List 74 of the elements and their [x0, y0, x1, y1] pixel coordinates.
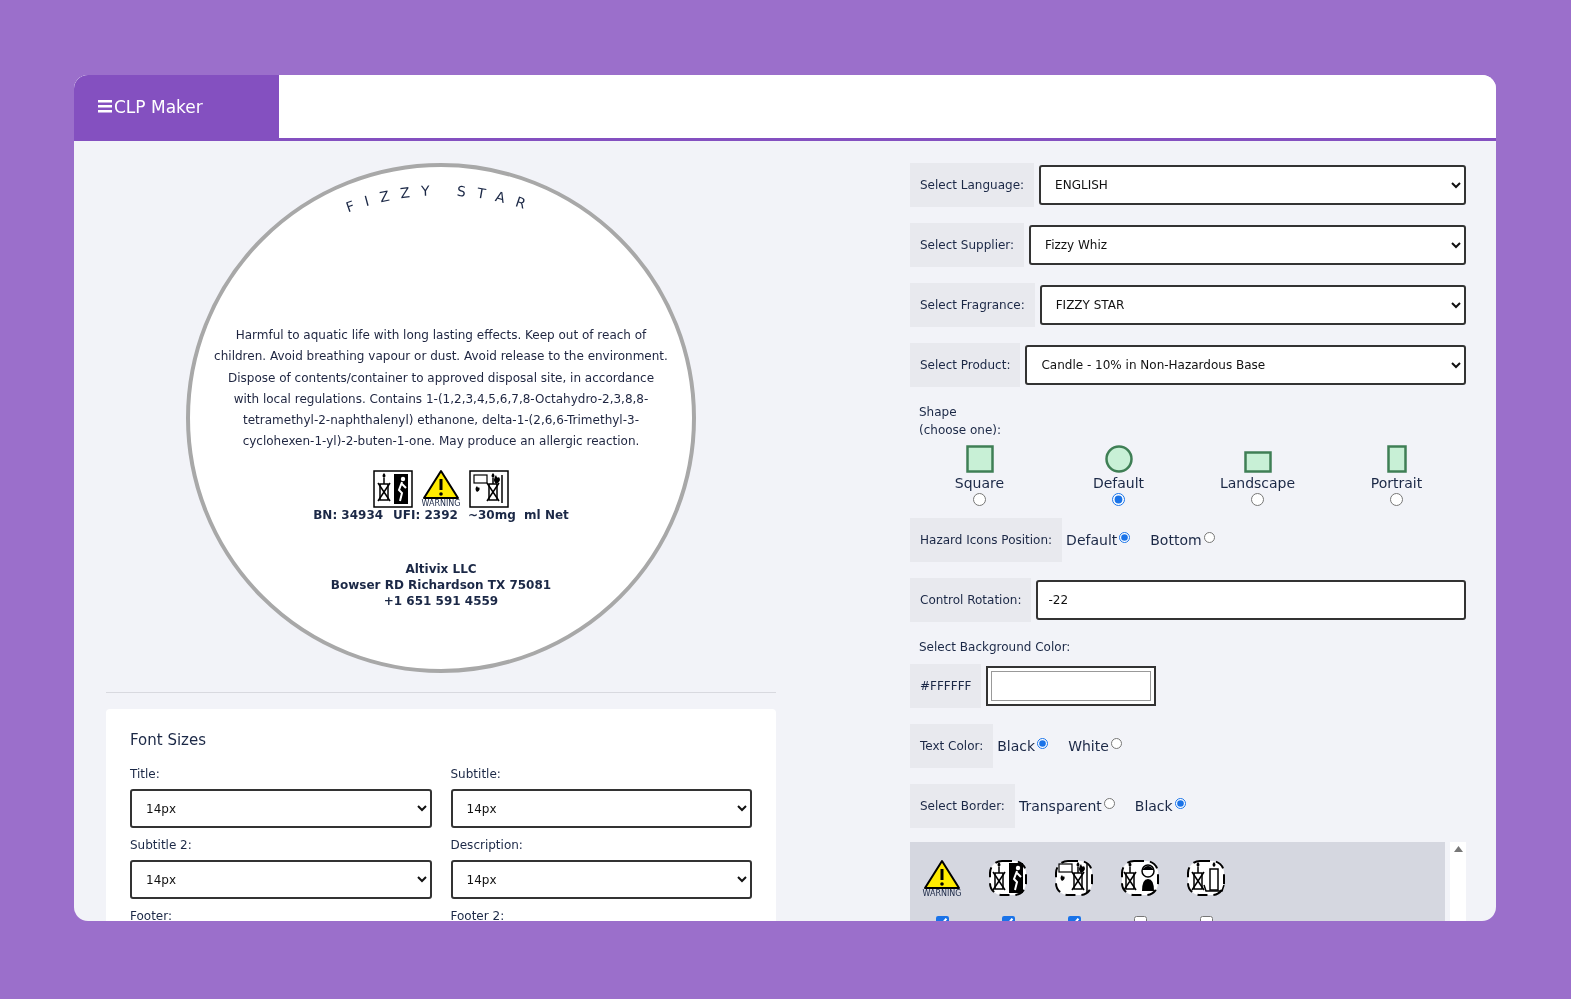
field-label: Select Language:: [910, 163, 1035, 207]
candle-fire-icon: [468, 469, 509, 508]
option-label: Transparent: [1018, 798, 1102, 814]
field-label: Select Supplier:: [910, 223, 1025, 267]
field-label: Text Color:: [910, 724, 994, 768]
shape-option-label: Default: [1092, 475, 1145, 491]
candle-door-icon: [373, 469, 414, 508]
option-label: Black: [997, 738, 1036, 754]
candle-door-icon: [988, 859, 1028, 897]
radio-button[interactable]: [1174, 798, 1186, 809]
shape-option-label: Portrait: [1370, 475, 1423, 491]
card-title: Font Sizes: [130, 731, 208, 749]
font-size-dropdown[interactable]: 14px: [450, 789, 752, 828]
radio-button[interactable]: [1390, 493, 1403, 506]
radio-button[interactable]: [1251, 493, 1264, 506]
square-shape-icon: [965, 445, 994, 473]
scrollbar[interactable]: [1450, 842, 1466, 921]
shape-option-label: Landscape: [1219, 475, 1296, 491]
field-label: Description:: [450, 838, 524, 852]
radio-button[interactable]: [1203, 532, 1215, 543]
field-label: Title:: [130, 767, 161, 781]
option-label: Bottom: [1150, 532, 1202, 548]
field-label: Hazard Icons Position:: [910, 518, 1063, 562]
radio-button[interactable]: [1103, 798, 1115, 809]
font-size-dropdown[interactable]: 14px: [130, 860, 432, 899]
field-label: Select Fragrance:: [910, 283, 1035, 327]
radio-button[interactable]: [1037, 738, 1049, 749]
supplier-address: +1 651 591 4559: [383, 593, 499, 608]
option-label: White: [1068, 738, 1109, 754]
candles-icon: [1186, 859, 1226, 897]
shape-label: Shape: [919, 404, 958, 421]
app-title: CLP Maker: [114, 96, 203, 117]
rotation-input[interactable]: -22: [1036, 580, 1466, 620]
field-label: Select Product:: [910, 343, 1021, 387]
hazard-statement: Harmful to aquatic life with long lasting effects. Keep out of reach of children. Avoid breathing vapour or dust. Avoid release to the environment. Dispose of contents/container to approved disposal site, in accordance with local regulations. Contains 1-(1,2,3,4,5,6,7,8-Octahydro-2,3,8,8-tetramethyl-2-naphthalenyl) ethanone, delta-1-(2,6,6-Trimethyl-3-cyclohexen-1-yl)-2-buten-1-one. May produce an allergic reaction.: [214, 327, 668, 451]
candle-fire-icon: [1054, 859, 1094, 897]
product-info: UFI: 2392: [393, 507, 458, 522]
supplier-address: Bowser RD Richardson TX 75081: [330, 577, 552, 592]
dropdown[interactable]: Candle - 10% in Non-Hazardous Base: [1025, 345, 1466, 385]
font-size-dropdown[interactable]: 14px: [130, 789, 432, 828]
color-picker[interactable]: [986, 666, 1157, 706]
option-label: Black: [1134, 798, 1173, 814]
shape-label: (choose one):: [919, 422, 1003, 439]
circle-shape-icon: [1104, 445, 1133, 473]
landscape-shape-icon: [1243, 451, 1272, 473]
field-label: Select Background Color:: [918, 640, 1072, 654]
warning-triangle-icon: [422, 468, 460, 499]
field-label: Footer 2:: [450, 909, 506, 921]
candle-child-icon: [1120, 859, 1160, 897]
product-info: BN: 34934: [313, 507, 384, 522]
dropdown[interactable]: FIZZY STAR: [1039, 285, 1466, 325]
radio-button[interactable]: [1110, 738, 1122, 749]
option-label: Default: [1066, 532, 1118, 548]
radio-button[interactable]: [1112, 493, 1125, 506]
radio-button[interactable]: [1119, 532, 1131, 543]
color-value: #FFFFFF: [910, 664, 982, 708]
menu-icon[interactable]: [98, 100, 112, 113]
shape-option-label: Square: [954, 475, 1005, 491]
field-label: Control Rotation:: [910, 578, 1032, 622]
font-size-dropdown[interactable]: 14px: [450, 860, 752, 899]
warning-caption: WARNING: [421, 498, 461, 508]
warning-triangle-icon: [923, 858, 961, 889]
dropdown[interactable]: ENGLISH: [1039, 165, 1466, 205]
warning-caption: WARNING: [922, 888, 962, 898]
portrait-shape-icon: [1386, 445, 1407, 473]
scroll-up-icon[interactable]: [1453, 846, 1463, 852]
supplier-address: Altivix LLC: [405, 561, 477, 576]
field-label: Select Border:: [910, 784, 1015, 828]
dropdown[interactable]: Fizzy Whiz: [1029, 225, 1466, 265]
field-label: Subtitle 2:: [130, 838, 193, 852]
field-label: Footer:: [130, 909, 173, 921]
product-info: ~30mg ml Net: [467, 507, 569, 522]
field-label: Subtitle:: [450, 767, 502, 781]
radio-button[interactable]: [973, 493, 986, 506]
